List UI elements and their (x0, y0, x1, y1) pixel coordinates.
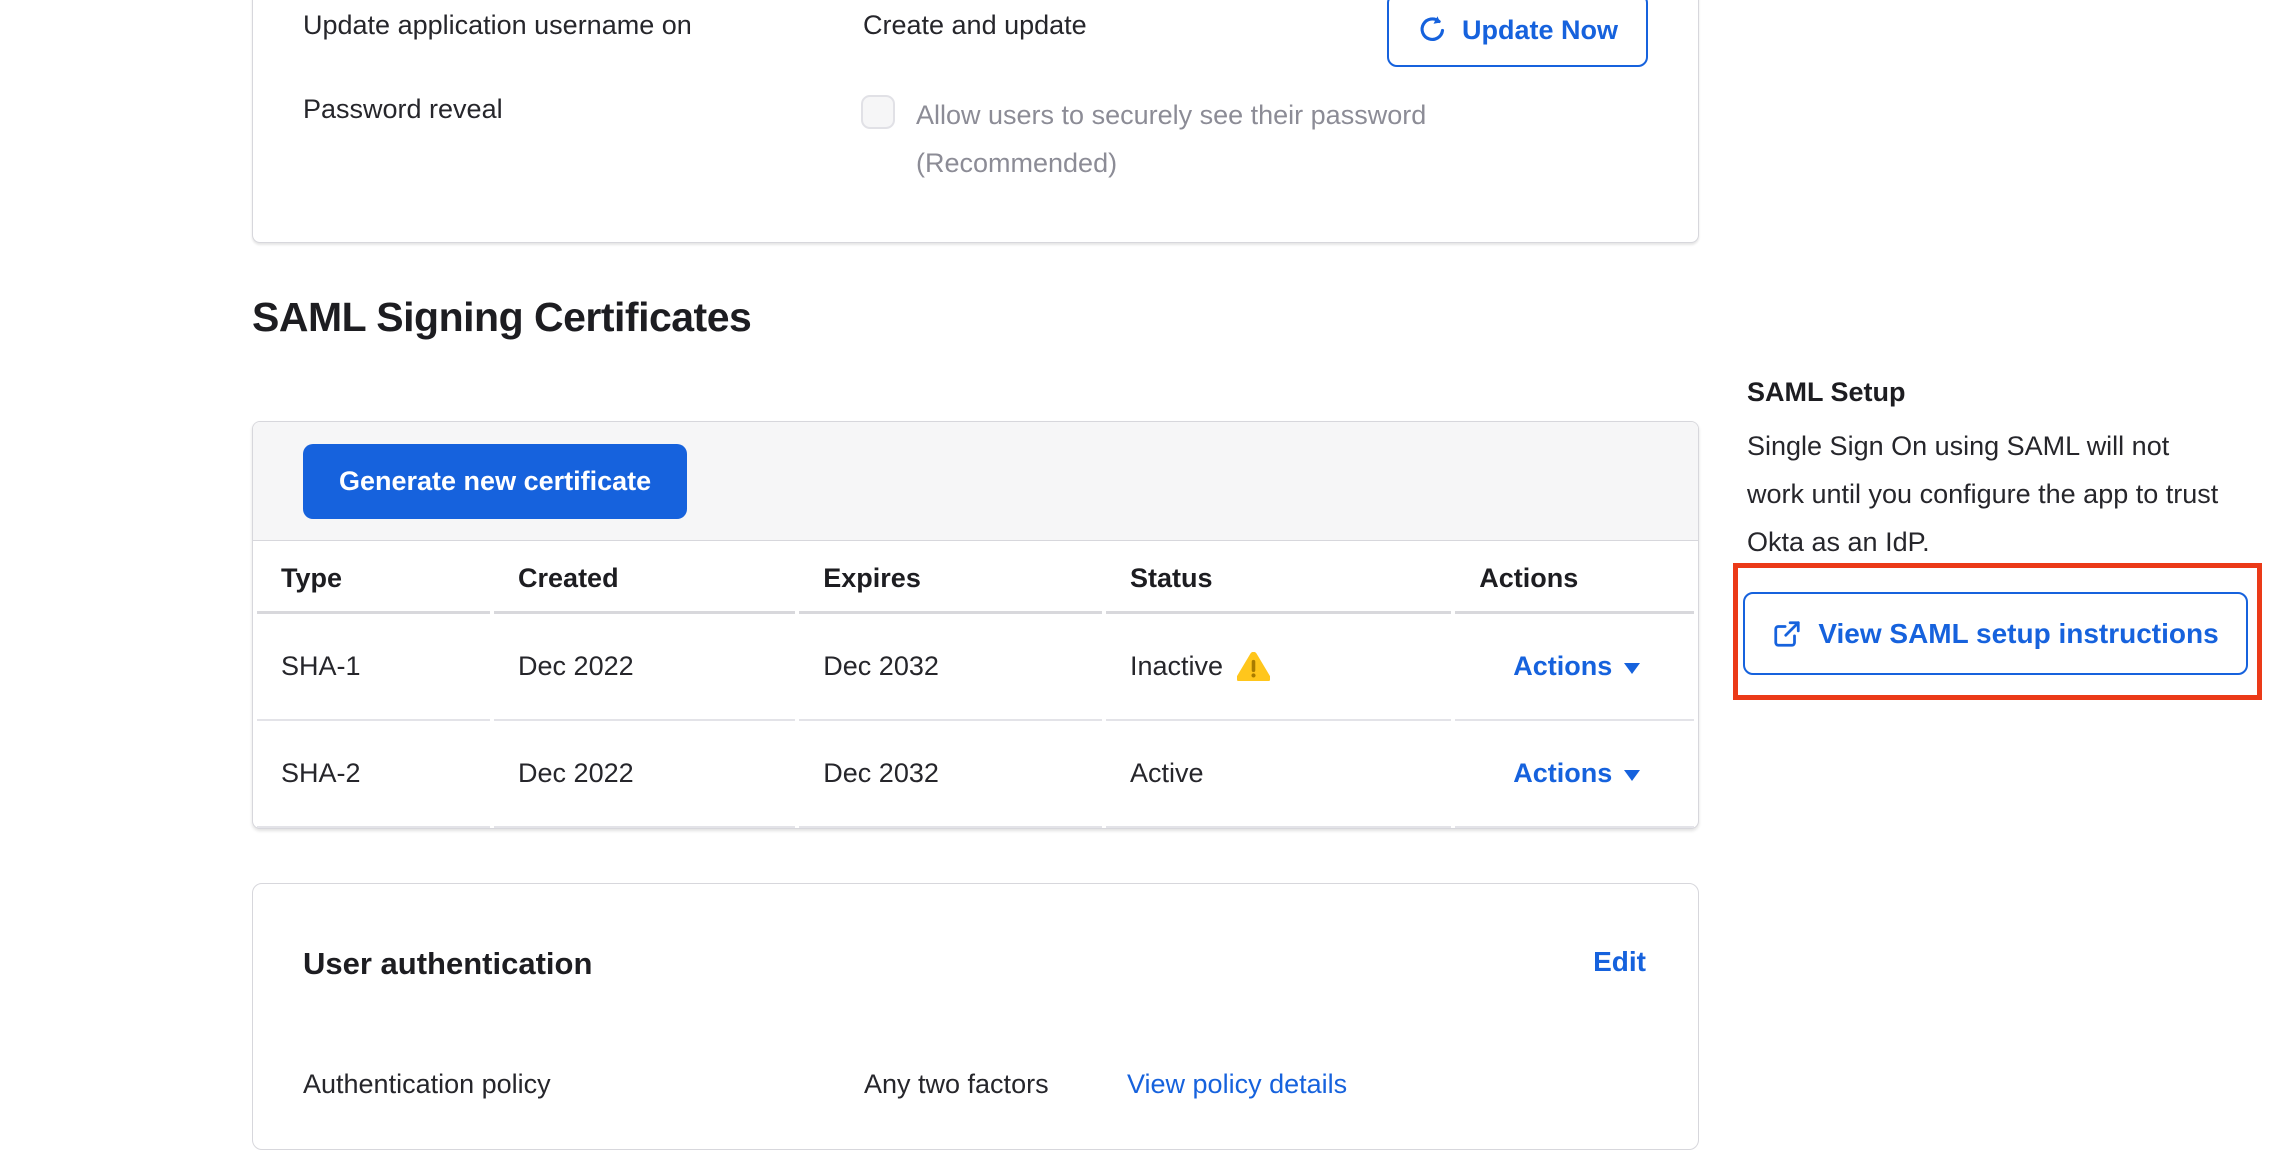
cert-expires: Dec 2032 (799, 614, 1102, 721)
annotation-highlight-box: View SAML setup instructions (1733, 563, 2262, 700)
status-text: Inactive (1130, 651, 1223, 682)
username-update-label: Update application username on (303, 5, 692, 45)
cert-status: Inactive (1130, 651, 1451, 682)
update-now-label: Update Now (1462, 15, 1618, 46)
password-reveal-checkbox[interactable] (861, 95, 895, 129)
password-reveal-checkbox-label: Allow users to securely see their passwo… (916, 91, 1476, 187)
warning-icon (1237, 652, 1270, 681)
cert-type: SHA-2 (257, 721, 490, 828)
caret-down-icon (1624, 663, 1640, 674)
cert-created: Dec 2022 (494, 721, 795, 828)
column-header-created: Created (494, 541, 795, 614)
column-header-type: Type (257, 541, 490, 614)
certificates-table-card: Generate new certificate Type Created Ex… (252, 421, 1699, 829)
caret-down-icon (1624, 770, 1640, 781)
actions-menu-sha1[interactable]: Actions (1513, 651, 1640, 682)
cert-created: Dec 2022 (494, 614, 795, 721)
view-saml-setup-instructions-label: View SAML setup instructions (1818, 618, 2218, 650)
actions-label: Actions (1513, 651, 1612, 682)
user-authentication-card: User authentication Edit Authentication … (252, 883, 1699, 1150)
generate-certificate-button[interactable]: Generate new certificate (303, 444, 687, 519)
certificates-table: Type Created Expires Status Actions SHA-… (253, 541, 1698, 828)
cert-type: SHA-1 (257, 614, 490, 721)
password-reveal-option: Allow users to securely see their passwo… (861, 91, 1481, 187)
column-header-actions: Actions (1455, 541, 1694, 614)
saml-setup-description: Single Sign On using SAML will not work … (1747, 422, 2225, 566)
authentication-policy-row: Authentication policy Any two factors Vi… (303, 1064, 1646, 1104)
saml-setup-title: SAML Setup (1747, 372, 2262, 412)
column-header-expires: Expires (799, 541, 1102, 614)
certificate-row-sha2: SHA-2 Dec 2022 Dec 2032 Active Actions (257, 721, 1694, 828)
table-header-row: Type Created Expires Status Actions (257, 541, 1694, 614)
actions-label: Actions (1513, 758, 1612, 789)
view-saml-setup-instructions-button[interactable]: View SAML setup instructions (1743, 592, 2248, 675)
refresh-icon (1417, 15, 1447, 45)
external-link-icon (1772, 619, 1802, 649)
cert-status: Active (1130, 758, 1451, 789)
actions-menu-sha2[interactable]: Actions (1513, 758, 1640, 789)
user-authentication-title: User authentication (303, 946, 592, 982)
status-text: Active (1130, 758, 1204, 789)
edit-link[interactable]: Edit (1593, 946, 1646, 978)
app-settings-card: Update application username on Create an… (252, 0, 1699, 243)
main-content: Update application username on Create an… (252, 0, 1699, 1158)
view-policy-details-link[interactable]: View policy details (1127, 1064, 1347, 1104)
cert-expires: Dec 2032 (799, 721, 1102, 828)
authentication-policy-value: Any two factors (864, 1064, 1127, 1104)
saml-signing-certificates-title: SAML Signing Certificates (252, 294, 751, 341)
certificates-toolbar: Generate new certificate (253, 422, 1698, 541)
authentication-policy-label: Authentication policy (303, 1064, 864, 1104)
update-now-button[interactable]: Update Now (1387, 0, 1648, 67)
certificate-row-sha1: SHA-1 Dec 2022 Dec 2032 Inactive (257, 614, 1694, 721)
column-header-status: Status (1106, 541, 1451, 614)
password-reveal-label: Password reveal (303, 89, 503, 129)
username-update-value: Create and update (863, 5, 1087, 45)
saml-setup-sidebar: SAML Setup Single Sign On using SAML wil… (1733, 372, 2262, 566)
